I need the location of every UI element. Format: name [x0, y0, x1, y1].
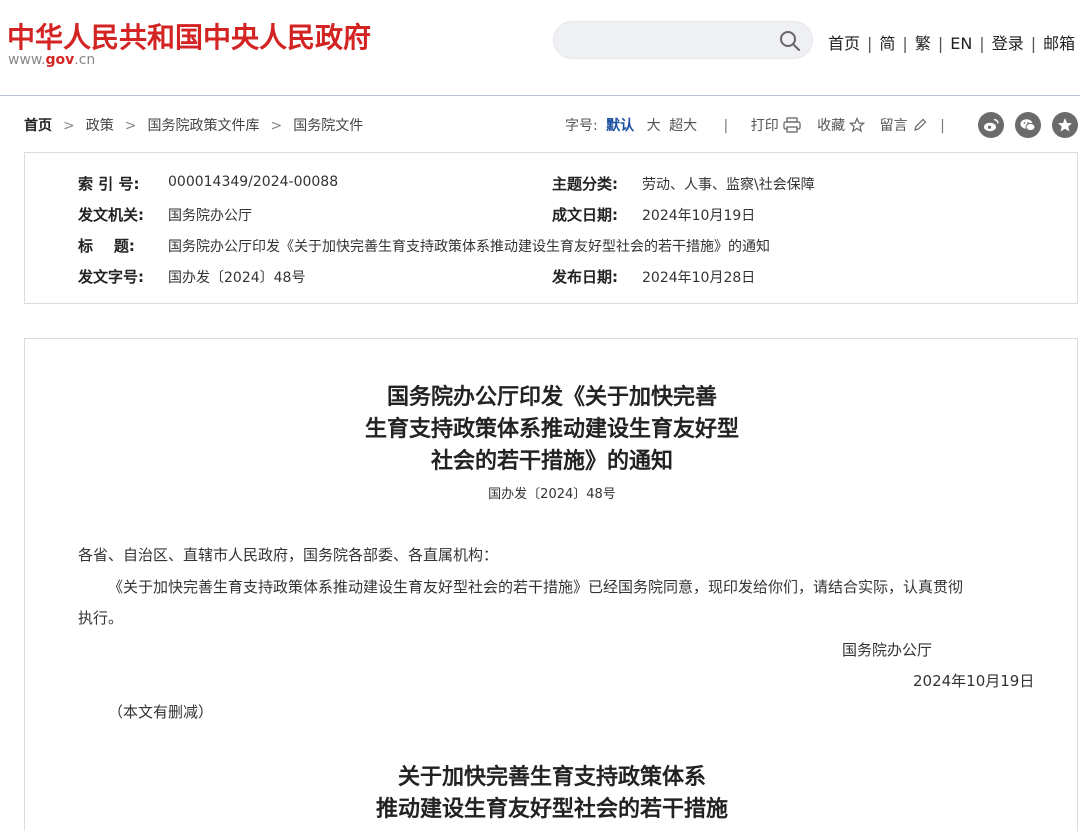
- index-number-label: 索 引 号:: [78, 175, 140, 193]
- document-title-line-1: 国务院办公厅印发《关于加快完善: [386, 384, 717, 410]
- search-input[interactable]: [568, 30, 768, 52]
- nav-separator: |: [979, 34, 985, 53]
- comment-label: 留言: [879, 118, 908, 134]
- print-label: 打印: [750, 118, 779, 134]
- breadcrumb-policy[interactable]: 政策: [86, 118, 114, 134]
- document-title-line-3: 社会的若干措施》的通知: [430, 448, 673, 474]
- body-paragraph-line-1: 《关于加快完善生育支持政策体系推动建设生育友好型社会的若干措施》已经国务院同意，…: [108, 578, 964, 596]
- topic-value: 劳动、人事、监察\社会保障: [642, 177, 815, 193]
- abridged-note: （本文有删减）: [108, 703, 214, 721]
- comment-button[interactable]: 留言: [880, 118, 928, 134]
- title-value: 国务院办公厅印发《关于加快完善生育支持政策体系推动建设生育友好型社会的若干措施》…: [168, 239, 770, 255]
- breadcrumb-arrow: >: [124, 118, 137, 134]
- nav-simplified[interactable]: 简: [879, 34, 895, 53]
- document-number: 国办发〔2024〕48号: [488, 487, 616, 502]
- font-size-default[interactable]: 默认: [606, 118, 634, 134]
- nav-separator: |: [1030, 34, 1037, 53]
- font-size-label: 字号:: [565, 118, 598, 134]
- breadcrumb-arrow: >: [63, 118, 75, 134]
- publish-date-value: 2024年10月28日: [642, 270, 756, 286]
- salutation: 各省、自治区、直辖市人民政府，国务院各部委、各直属机构：: [78, 546, 499, 564]
- nav-mail[interactable]: 邮箱: [1043, 34, 1075, 53]
- issuer-label: 发文机关:: [78, 206, 144, 224]
- written-date-value: 2024年10月19日: [642, 208, 756, 224]
- favorite-button[interactable]: 收藏: [817, 117, 866, 134]
- nav-login[interactable]: 登录: [992, 34, 1024, 53]
- url-prefix: www.: [8, 52, 46, 68]
- top-nav: 首页 | 简 | 繁 | EN | 登录 | 邮箱: [828, 30, 1075, 54]
- search-box: [553, 21, 813, 59]
- document-info-box: 索 引 号: 000014349/2024-00088 主题分类: 劳动、人事、…: [24, 152, 1078, 304]
- doc-number-value: 国办发〔2024〕48号: [168, 270, 306, 286]
- publish-date-label: 发布日期:: [552, 268, 618, 286]
- nav-traditional[interactable]: 繁: [915, 34, 931, 53]
- favorite-label: 收藏: [817, 118, 846, 134]
- printer-icon: [783, 117, 801, 133]
- sign-date: 2024年10月19日: [913, 672, 1035, 690]
- site-header: 中华人民共和国中央人民政府 www.gov.cn 首页 | 简 | 繁 | EN | 登录 | 邮箱: [0, 0, 1080, 96]
- weibo-icon: [984, 118, 999, 132]
- body-paragraph-line-2: 执行。: [78, 609, 124, 627]
- page-tools: 字号: 默认 大 超大 | 打印 收藏 留言 |: [565, 115, 945, 135]
- document-title-line-2: 生育支持政策体系推动建设生育友好型: [364, 416, 739, 442]
- measures-title-line-1: 关于加快完善生育支持政策体系: [397, 764, 706, 790]
- nav-separator: |: [902, 34, 908, 53]
- breadcrumb-arrow: >: [270, 118, 283, 134]
- article-body: 国务院办公厅印发《关于加快完善 生育支持政策体系推动建设生育友好型 社会的若干措…: [24, 338, 1078, 831]
- star-icon: [849, 117, 866, 133]
- print-button[interactable]: 打印: [750, 117, 801, 134]
- breadcrumb-home[interactable]: 首页: [24, 118, 52, 134]
- topic-label: 主题分类:: [552, 175, 618, 193]
- breadcrumb-policy-library[interactable]: 国务院政策文件库: [147, 118, 259, 134]
- tools-separator: |: [723, 118, 729, 134]
- pencil-icon: [913, 118, 926, 131]
- doc-number-label: 发文字号:: [78, 268, 144, 286]
- font-size-large[interactable]: 大: [647, 118, 661, 134]
- measures-title-line-2: 推动建设生育友好型社会的若干措施: [375, 796, 728, 822]
- breadcrumb-bar: 首页 > 政策 > 国务院政策文件库 > 国务院文件 字号: 默认 大 超大 | 打印 收藏…: [0, 97, 1080, 149]
- weibo-share-button[interactable]: [978, 112, 1004, 138]
- wechat-icon: [1020, 119, 1036, 132]
- search-icon[interactable]: [778, 29, 802, 53]
- site-url: www.gov.cn: [8, 52, 95, 68]
- favorite-share-button[interactable]: [1052, 112, 1078, 138]
- wechat-share-button[interactable]: [1015, 112, 1041, 138]
- nav-separator: |: [867, 34, 873, 53]
- font-size-xlarge[interactable]: 超大: [669, 118, 697, 134]
- index-number-value: 000014349/2024-00088: [168, 174, 339, 190]
- star-icon: [1058, 118, 1072, 132]
- site-title[interactable]: 中华人民共和国中央人民政府: [7, 16, 371, 56]
- nav-english[interactable]: EN: [950, 34, 972, 53]
- breadcrumb-state-council-docs[interactable]: 国务院文件: [293, 118, 363, 134]
- issuer-value: 国务院办公厅: [168, 208, 252, 224]
- title-label: 标 题:: [78, 237, 135, 255]
- url-suffix: .cn: [74, 52, 96, 68]
- tools-separator: |: [940, 118, 945, 134]
- nav-separator: |: [937, 34, 944, 53]
- url-gov: gov: [45, 52, 75, 68]
- written-date-label: 成文日期:: [552, 206, 618, 224]
- signer: 国务院办公厅: [842, 641, 933, 659]
- nav-home[interactable]: 首页: [828, 34, 860, 53]
- breadcrumb: 首页 > 政策 > 国务院政策文件库 > 国务院文件: [24, 115, 363, 135]
